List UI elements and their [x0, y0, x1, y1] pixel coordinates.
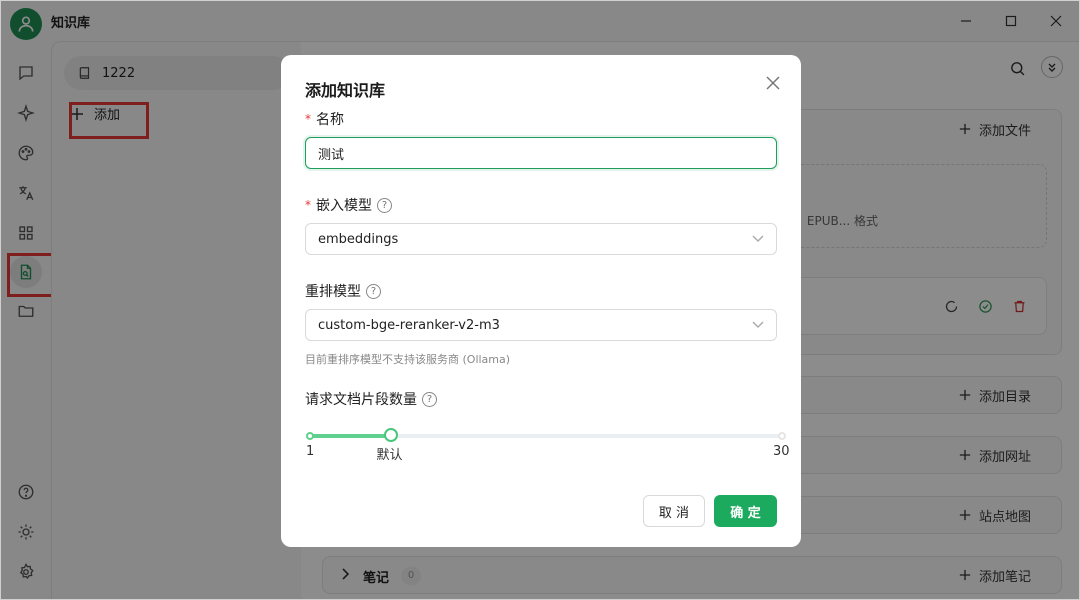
app-window: 知识库 1222 添加 添加文件 EPUB... 格式 添加目录 添加网址 站点… [0, 0, 1080, 600]
slider-default-label: 默认 [376, 448, 403, 463]
slider-max-label: 30 [773, 444, 790, 459]
slider-min-dot [306, 432, 314, 440]
dialog-close-button[interactable] [763, 73, 783, 93]
slider-max-dot [778, 432, 786, 440]
confirm-button[interactable]: 确 定 [714, 495, 777, 527]
help-icon[interactable]: ? [366, 283, 381, 299]
embedding-model-select[interactable]: embeddings [305, 223, 777, 255]
slider-handle[interactable] [383, 428, 398, 442]
rerank-model-value: custom-bge-reranker-v2-m3 [318, 317, 500, 333]
name-label-text: 名称 [316, 112, 344, 128]
name-label: * 名称 [305, 109, 344, 129]
embedding-model-value: embeddings [318, 231, 399, 247]
chevron-down-icon [752, 235, 764, 242]
dialog-title: 添加知识库 [305, 81, 386, 100]
required-mark: * [305, 198, 311, 212]
doc-count-label-text: 请求文档片段数量 [305, 392, 417, 408]
close-icon [766, 76, 780, 90]
add-knowledge-base-dialog: 添加知识库 * 名称 * 嵌入模型 ? embeddings 重排模型 ? cu… [281, 55, 801, 547]
rerank-model-label-text: 重排模型 [305, 284, 361, 300]
rerank-model-select[interactable]: custom-bge-reranker-v2-m3 [305, 309, 777, 341]
chevron-down-icon [752, 321, 764, 328]
required-mark: * [305, 112, 311, 126]
rerank-hint: 目前重排序模型不支持该服务商 (Ollama) [305, 353, 511, 366]
help-icon[interactable]: ? [422, 391, 437, 407]
doc-count-label: 请求文档片段数量 ? [305, 389, 437, 409]
help-icon[interactable]: ? [377, 197, 392, 213]
embedding-model-label: * 嵌入模型 ? [305, 195, 392, 215]
cancel-button[interactable]: 取 消 [643, 495, 705, 527]
slider-track-fill [309, 434, 391, 438]
rerank-model-label: 重排模型 ? [305, 281, 381, 301]
slider-min-label: 1 [306, 444, 315, 459]
name-input[interactable] [305, 137, 777, 169]
embedding-model-label-text: 嵌入模型 [316, 198, 372, 214]
